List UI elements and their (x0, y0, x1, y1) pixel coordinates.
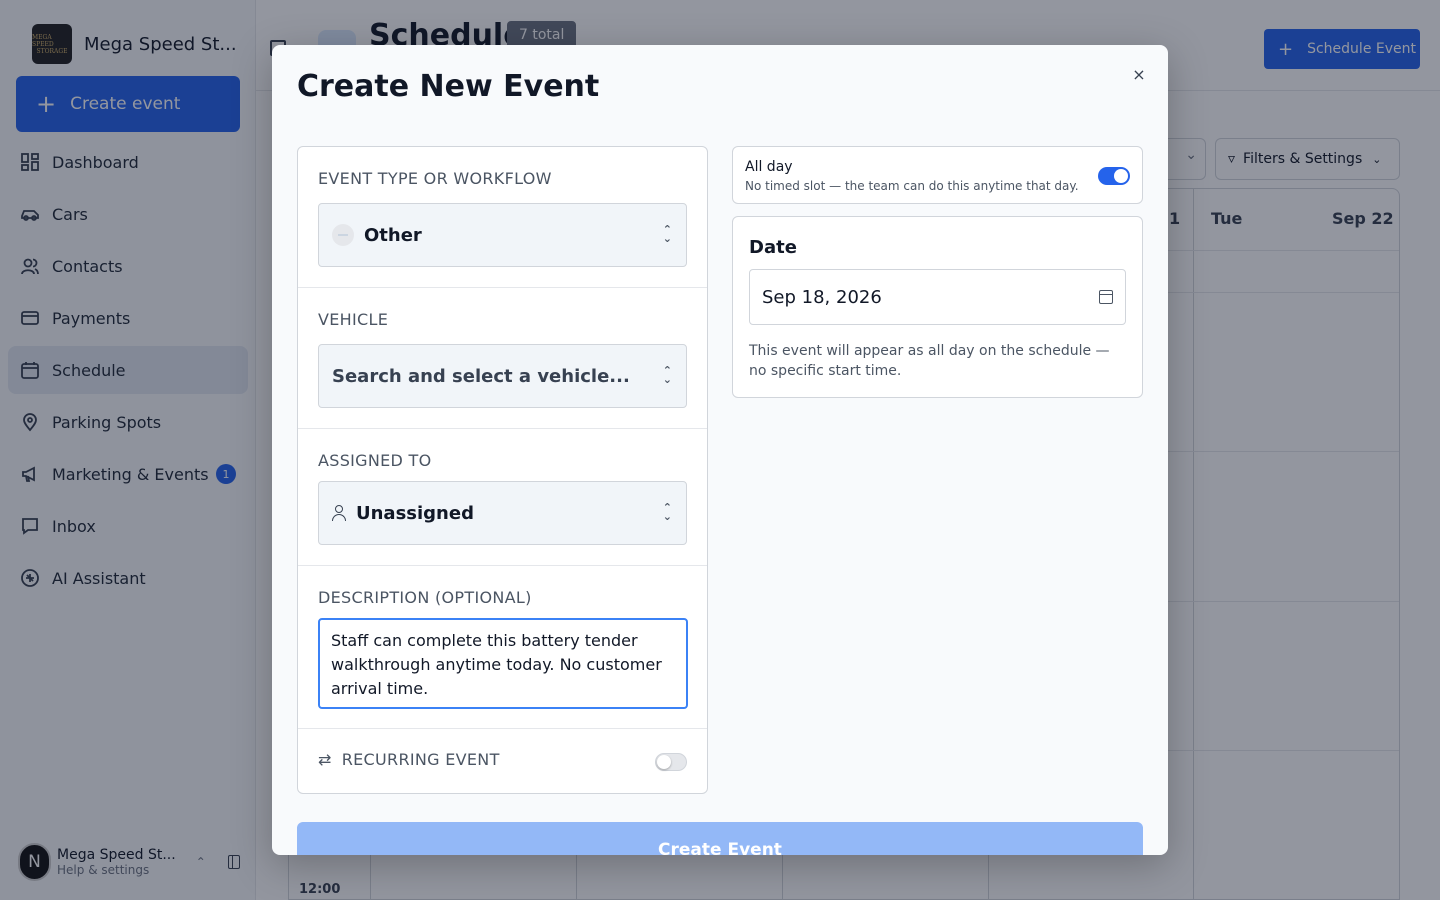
create-event-submit-button[interactable]: Create Event (297, 822, 1143, 855)
date-label: Date (749, 237, 797, 258)
recurring-row: ⇄ RECURRING EVENT (318, 750, 500, 769)
event-type-section: EVENT TYPE OR WORKFLOW Other ⌃ ⌄ (298, 147, 707, 288)
updown-chevron-icon: ⌃ ⌄ (662, 364, 672, 386)
date-value: Sep 18, 2026 (762, 286, 882, 308)
all-day-card: All day No timed slot — the team can do … (732, 146, 1143, 204)
date-card: Date Sep 18, 2026 This event will appear… (732, 216, 1143, 398)
event-type-icon (332, 224, 354, 246)
event-type-label: EVENT TYPE OR WORKFLOW (318, 169, 552, 188)
event-type-value: Other (364, 224, 422, 246)
all-day-title: All day (745, 159, 793, 175)
recurring-toggle[interactable] (655, 753, 687, 771)
date-input[interactable]: Sep 18, 2026 (749, 269, 1126, 325)
assigned-label: ASSIGNED TO (318, 451, 432, 470)
assigned-select[interactable]: Unassigned ⌃ ⌄ (318, 481, 687, 545)
vehicle-select[interactable]: Search and select a vehicle... ⌃ ⌄ (318, 344, 687, 408)
assigned-section: ASSIGNED TO Unassigned ⌃ ⌄ (298, 429, 707, 566)
close-icon[interactable]: × (1130, 65, 1148, 84)
date-help-text: This event will appear as all day on the… (749, 343, 1110, 379)
person-icon (332, 505, 346, 521)
vehicle-section: VEHICLE Search and select a vehicle... ⌃… (298, 288, 707, 429)
modal-title: Create New Event (297, 69, 600, 104)
repeat-icon: ⇄ (318, 750, 332, 769)
description-label: DESCRIPTION (OPTIONAL) (318, 588, 532, 607)
description-textarea[interactable]: Staff can complete this battery tender w… (318, 618, 688, 709)
event-type-select[interactable]: Other ⌃ ⌄ (318, 203, 687, 267)
all-day-toggle[interactable] (1098, 167, 1130, 185)
all-day-subtitle: No timed slot — the team can do this any… (745, 179, 1079, 193)
calendar-icon[interactable] (1099, 290, 1113, 304)
vehicle-label: VEHICLE (318, 310, 389, 329)
description-section: DESCRIPTION (OPTIONAL) Staff can complet… (298, 566, 707, 729)
vehicle-placeholder: Search and select a vehicle... (332, 365, 630, 387)
updown-chevron-icon: ⌃ ⌄ (662, 223, 672, 245)
recurring-label: RECURRING EVENT (341, 750, 500, 769)
assigned-value: Unassigned (356, 502, 474, 524)
updown-chevron-icon: ⌃ ⌄ (662, 501, 672, 523)
create-event-modal: Create New Event × EVENT TYPE OR WORKFLO… (272, 45, 1168, 855)
event-form-card: EVENT TYPE OR WORKFLOW Other ⌃ ⌄ VEHICLE … (297, 146, 708, 794)
